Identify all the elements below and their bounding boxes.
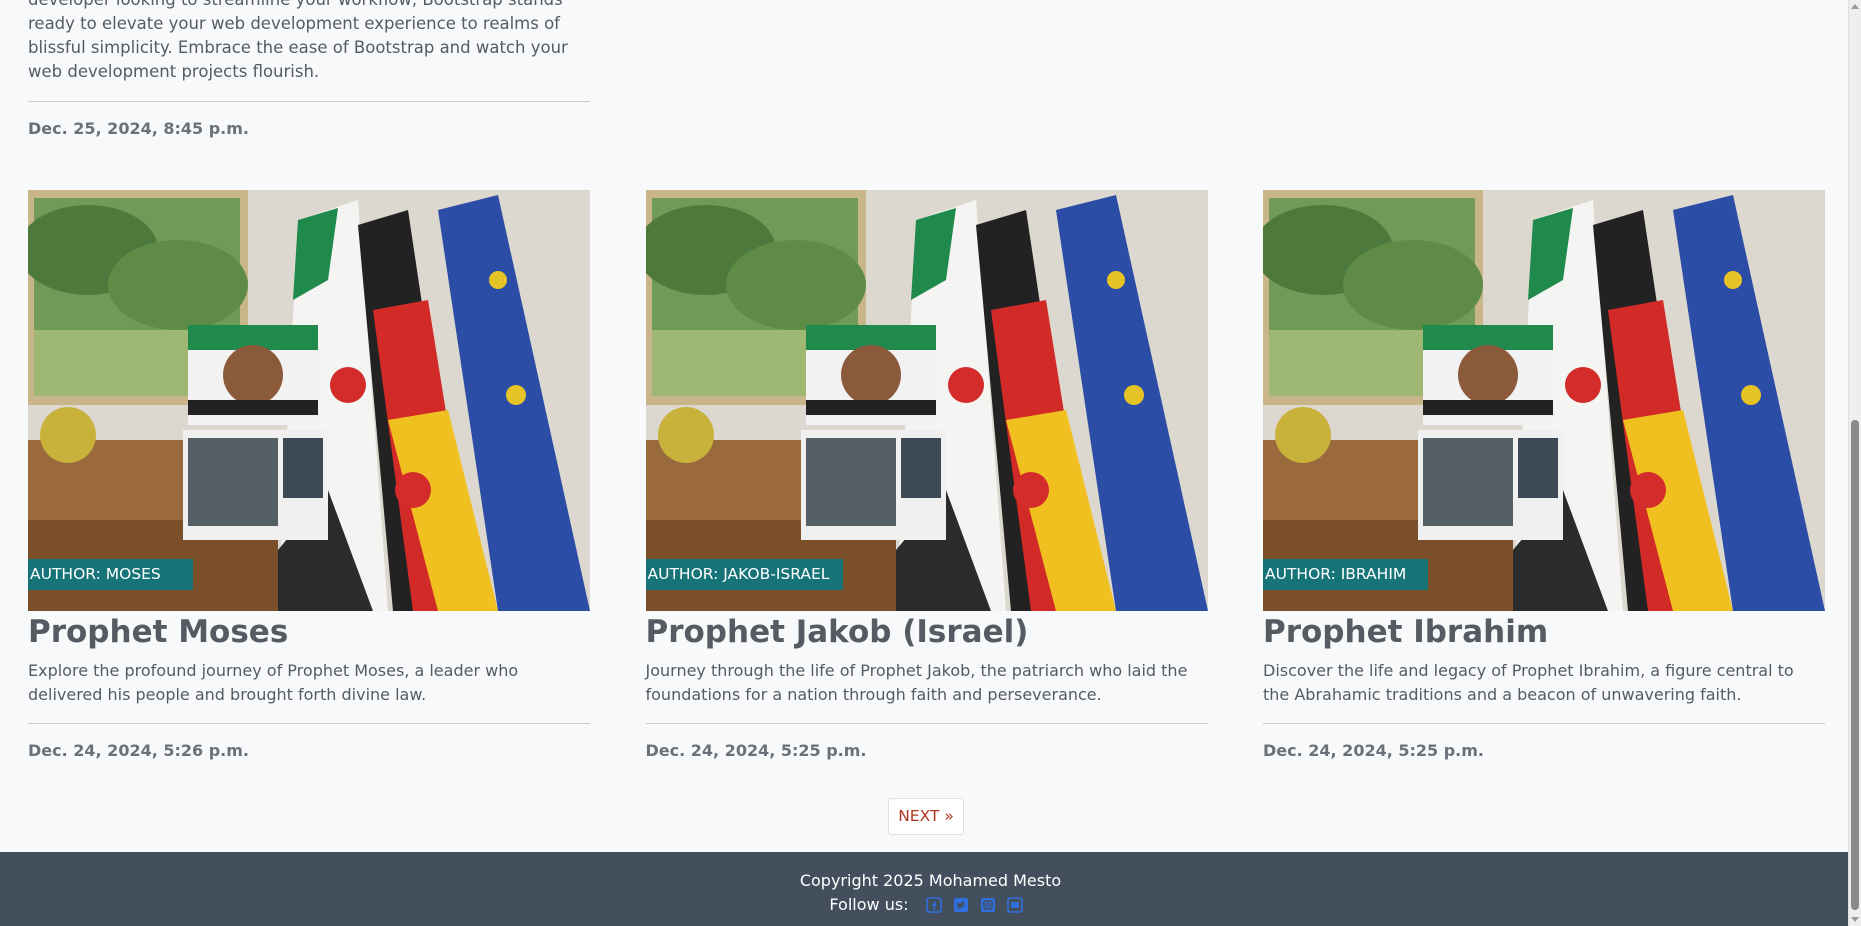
post-description: developer looking to streamline your wor… — [28, 0, 568, 81]
follow-label: Follow us: — [829, 895, 909, 914]
post-date: Dec. 24, 2024, 5:25 p.m. — [645, 741, 867, 760]
author-badge[interactable]: AUTHOR: JAKOB-ISRAEL — [645, 559, 844, 590]
post-card-partial: developer looking to streamline your wor… — [28, 0, 590, 138]
post-photo — [645, 190, 1208, 611]
post-divider — [28, 723, 590, 724]
post-divider — [645, 723, 1208, 724]
post-image[interactable]: AUTHOR: JAKOB-ISRAEL — [645, 190, 1208, 611]
copyright-text: Copyright 2025 Mohamed Mesto — [799, 871, 1062, 890]
page: developer looking to streamline your wor… — [0, 0, 1861, 926]
post-description: Explore the profound journey of Prophet … — [28, 661, 519, 704]
post-date: Dec. 25, 2024, 8:45 p.m. — [28, 119, 250, 138]
post-photo — [28, 190, 590, 611]
post-date: Dec. 24, 2024, 5:26 p.m. — [28, 741, 250, 760]
post-card[interactable]: AUTHOR: MOSES Prophet Moses Explore the … — [28, 190, 590, 760]
post-description: Discover the life and legacy of Prophet … — [1263, 661, 1794, 704]
post-image[interactable]: AUTHOR: MOSES — [28, 190, 590, 611]
vertical-scrollbar[interactable] — [1848, 0, 1861, 926]
post-grid: AUTHOR: MOSES Prophet Moses Explore the … — [28, 190, 1825, 760]
scrollbar-thumb[interactable] — [1851, 420, 1859, 910]
author-badge[interactable]: AUTHOR: IBRAHIM — [1263, 559, 1428, 590]
footer: Copyright 2025 Mohamed Mesto Follow us: — [0, 852, 1861, 926]
post-divider — [28, 101, 590, 102]
post-description: Journey through the life of Prophet Jako… — [645, 661, 1188, 704]
scroll-up-icon[interactable] — [1851, 4, 1859, 9]
post-divider — [1263, 723, 1825, 724]
post-title[interactable]: Prophet Jakob (Israel) — [646, 613, 1208, 651]
post-card[interactable]: AUTHOR: IBRAHIM Prophet Ibrahim Discover… — [1263, 190, 1825, 760]
post-date: Dec. 24, 2024, 5:25 p.m. — [1263, 741, 1485, 760]
twitter-icon[interactable] — [953, 897, 969, 913]
post-title[interactable]: Prophet Moses — [28, 613, 590, 651]
post-photo — [1263, 190, 1825, 611]
facebook-icon[interactable] — [925, 897, 942, 913]
post-title[interactable]: Prophet Ibrahim — [1263, 613, 1825, 651]
linkedin-icon[interactable] — [980, 897, 996, 913]
post-card[interactable]: AUTHOR: JAKOB-ISRAEL Prophet Jakob (Isra… — [645, 190, 1208, 760]
post-image[interactable]: AUTHOR: IBRAHIM — [1263, 190, 1825, 611]
youtube-icon[interactable] — [1006, 897, 1023, 913]
follow-us: Follow us: — [0, 895, 1861, 915]
scroll-down-icon[interactable] — [1851, 917, 1859, 922]
next-page-button[interactable]: NEXT » — [888, 798, 964, 835]
author-badge[interactable]: AUTHOR: MOSES — [28, 559, 193, 590]
